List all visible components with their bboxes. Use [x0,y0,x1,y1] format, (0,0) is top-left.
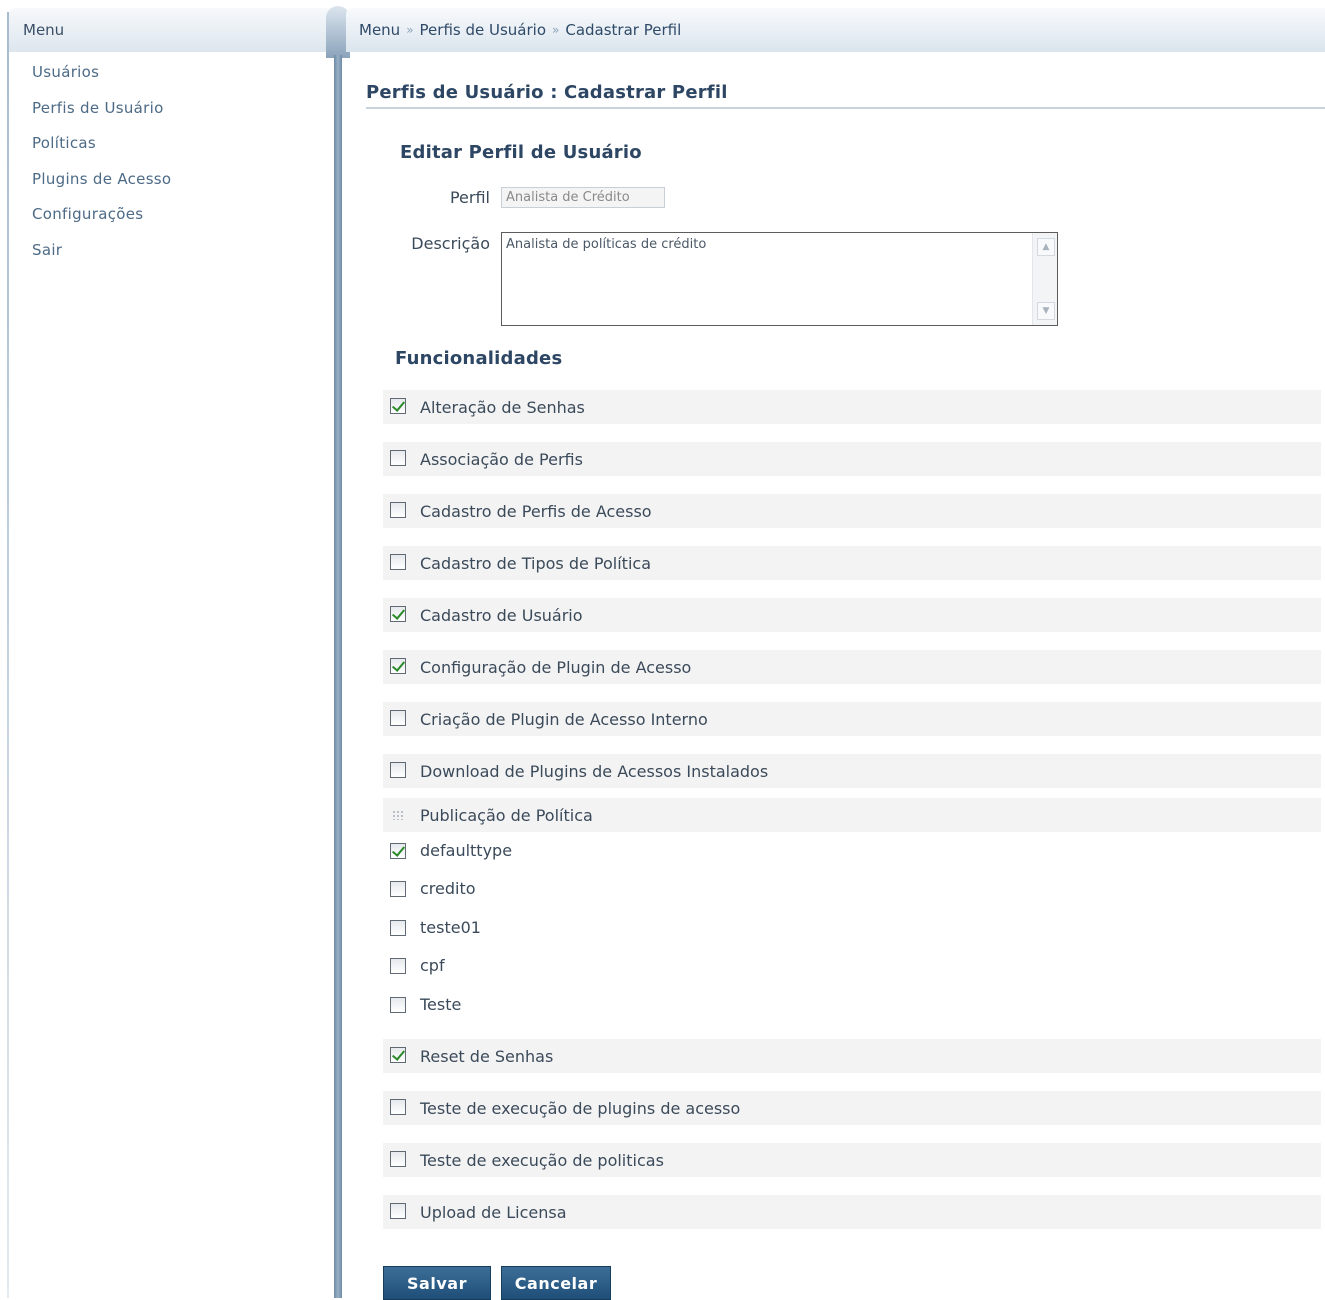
checkbox-alteracao-senhas[interactable] [390,398,406,414]
checkbox-download-plugins[interactable] [390,762,406,778]
func-row-configuracao-plugin: Configuração de Plugin de Acesso [383,650,1321,684]
checkbox-cadastro-usuario[interactable] [390,606,406,622]
breadcrumb: Menu » Perfis de Usuário » Cadastrar Per… [359,21,681,39]
func-label: Download de Plugins de Acessos Instalado… [420,762,769,781]
sidebar-rail [7,12,9,1298]
checkbox-criacao-plugin[interactable] [390,710,406,726]
sidebar-item-sair[interactable]: Sair [32,234,171,270]
func-label: Publicação de Política [420,806,593,825]
checkbox-teste-plugins[interactable] [390,1099,406,1115]
double-chevron-right-icon: » [406,23,414,37]
policy-type-row: teste01 [383,913,1321,943]
sidebar-item-usuarios[interactable]: Usuários [32,56,171,92]
sidebar-item-perfis[interactable]: Perfis de Usuário [32,92,171,128]
func-label: Associação de Perfis [420,450,583,469]
checkbox-teste01[interactable] [390,920,406,936]
checkbox-teste[interactable] [390,997,406,1013]
func-row-cadastro-perfis-acesso: Cadastro de Perfis de Acesso [383,494,1321,528]
func-row-download-plugins: Download de Plugins de Acessos Instalado… [383,754,1321,788]
policy-type-label: teste01 [420,918,481,937]
save-button[interactable]: Salvar [383,1266,491,1300]
func-label: Alteração de Senhas [420,398,585,417]
func-row-teste-politicas: Teste de execução de politicas [383,1143,1321,1177]
breadcrumb-current: Cadastrar Perfil [565,21,682,39]
policy-type-row: cpf [383,951,1321,981]
func-label: Criação de Plugin de Acesso Interno [420,710,708,729]
breadcrumb-bar: Menu » Perfis de Usuário » Cadastrar Per… [346,8,1325,52]
sidebar-item-plugins[interactable]: Plugins de Acesso [32,163,171,199]
func-row-cadastro-usuario: Cadastro de Usuário [383,598,1321,632]
breadcrumb-perfis[interactable]: Perfis de Usuário [420,21,546,39]
policy-type-label: Teste [420,995,462,1014]
perfil-input[interactable] [501,187,665,208]
policy-type-label: credito [420,879,476,898]
checkbox-defaulttype[interactable] [390,843,406,859]
menu-header: Menu [9,8,331,52]
checkbox-upload-licensa[interactable] [390,1203,406,1219]
policy-type-label: defaulttype [420,841,513,860]
checkbox-cpf[interactable] [390,958,406,974]
policy-type-row: credito [383,874,1321,904]
title-divider [366,107,1325,109]
func-label: Configuração de Plugin de Acesso [420,658,692,677]
checkbox-cadastro-tipos-politica[interactable] [390,554,406,570]
checkbox-associacao-perfis[interactable] [390,450,406,466]
breadcrumb-menu[interactable]: Menu [359,21,400,39]
grip-icon [392,810,404,820]
descricao-scrollbar[interactable]: ▲ ▼ [1032,233,1057,325]
func-label: Cadastro de Usuário [420,606,583,625]
splitter-bar[interactable] [334,55,342,1298]
funcionalidades-title: Funcionalidades [395,348,563,369]
policy-type-row: defaulttype [383,836,1321,866]
policy-type-row: Teste [383,990,1321,1020]
func-label: Cadastro de Tipos de Política [420,554,651,573]
func-row-reset-senhas: Reset de Senhas [383,1039,1321,1073]
arrow-up-icon[interactable]: ▲ [1037,238,1055,256]
section-title: Editar Perfil de Usuário [400,142,642,163]
func-row-teste-plugins: Teste de execução de plugins de acesso [383,1091,1321,1125]
func-row-publicacao-politica: Publicação de Política [383,798,1321,832]
splitter[interactable] [326,0,350,1298]
arrow-down-icon[interactable]: ▼ [1037,302,1055,320]
func-label: Upload de Licensa [420,1203,567,1222]
checkbox-credito[interactable] [390,881,406,897]
func-label: Teste de execução de politicas [420,1151,664,1170]
checkbox-reset-senhas[interactable] [390,1047,406,1063]
checkbox-cadastro-perfis-acesso[interactable] [390,502,406,518]
func-row-alteracao-senhas: Alteração de Senhas [383,390,1321,424]
policy-type-label: cpf [420,956,445,975]
descricao-label: Descrição [411,234,490,253]
func-label: Reset de Senhas [420,1047,554,1066]
page-title: Perfis de Usuário : Cadastrar Perfil [366,82,728,103]
func-row-cadastro-tipos-politica: Cadastro de Tipos de Política [383,546,1321,580]
func-label: Cadastro de Perfis de Acesso [420,502,652,521]
double-chevron-right-icon: » [552,23,560,37]
func-row-criacao-plugin: Criação de Plugin de Acesso Interno [383,702,1321,736]
descricao-text: Analista de políticas de crédito [506,237,707,252]
perfil-label: Perfil [449,188,490,207]
sidebar-item-politicas[interactable]: Políticas [32,127,171,163]
func-row-associacao-perfis: Associação de Perfis [383,442,1321,476]
descricao-textarea[interactable]: Analista de políticas de crédito ▲ ▼ [501,232,1058,326]
menu-list: Usuários Perfis de Usuário Políticas Plu… [32,56,171,270]
cancel-button[interactable]: Cancelar [501,1266,611,1300]
checkbox-teste-politicas[interactable] [390,1151,406,1167]
func-label: Teste de execução de plugins de acesso [420,1099,741,1118]
checkbox-configuracao-plugin[interactable] [390,658,406,674]
menu-header-label: Menu [23,21,65,39]
sidebar: Menu Usuários Perfis de Usuário Política… [0,0,334,1298]
func-row-upload-licensa: Upload de Licensa [383,1195,1321,1229]
sidebar-item-configuracoes[interactable]: Configurações [32,198,171,234]
